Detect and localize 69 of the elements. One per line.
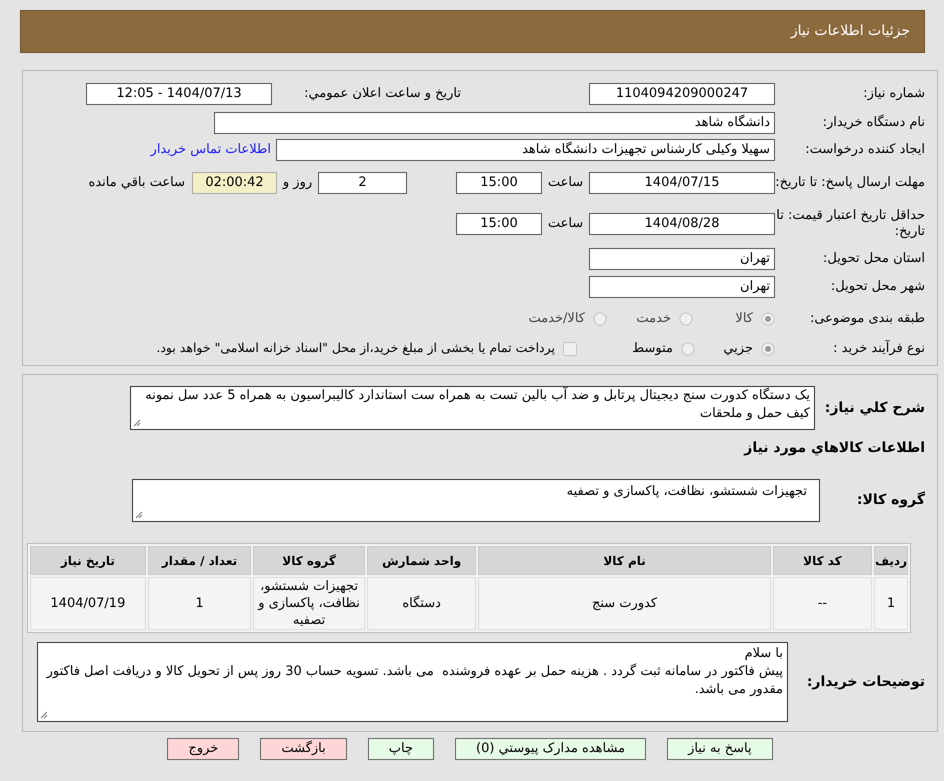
action-button[interactable]: خروج xyxy=(167,738,240,760)
field-label: نام دستگاه خریدار: xyxy=(822,114,925,130)
city-field[interactable]: تهران xyxy=(589,276,775,298)
field-label: طبقه بندی موضوعی: xyxy=(810,310,925,326)
page-title: جزئیات اطلاعات نیاز xyxy=(790,22,910,41)
time-label: ساعت xyxy=(548,174,584,192)
checkbox[interactable] xyxy=(563,342,577,356)
date-field[interactable]: 1404/08/28 xyxy=(589,213,775,235)
days-field[interactable]: 2 xyxy=(318,172,407,194)
column-header: واحد شمارش xyxy=(366,546,476,575)
buyer-notes-field[interactable]: با سلام پیش فاکتور در سامانه ثبت گردد . هزینه حمل بر عهده فروشنده می باشد. تسویه حساب 30 روز پس از تحویل کالا و دریافت اصل فاکتور مقدور می باشد. xyxy=(37,642,788,722)
field-label: مهلت ارسال پاسخ: تا تاریخ: xyxy=(775,175,925,190)
date-field[interactable]: 1404/07/15 xyxy=(589,172,775,194)
resize-grip-icon[interactable] xyxy=(40,711,48,719)
radio-button[interactable] xyxy=(679,312,693,326)
field-label: تاریخ و ساعت اعلان عمومي: xyxy=(304,86,461,102)
table-cell: کدورت سنج xyxy=(478,577,771,630)
radio-button[interactable] xyxy=(761,312,775,326)
days-label: روز و xyxy=(282,174,312,192)
radio-button[interactable] xyxy=(761,342,775,356)
radio-button[interactable] xyxy=(593,312,607,326)
table-cell: دستگاه xyxy=(366,577,476,630)
resize-grip-icon[interactable] xyxy=(135,511,143,519)
requester-field[interactable]: سهیلا وکیلی کارشناس تجهیزات دانشگاه شاهد xyxy=(276,138,775,160)
goods-group-field[interactable]: تجهیزات شستشو، نظافت، پاکسازی و تصفیه xyxy=(132,479,820,522)
table-cell: تجهیزات شستشو، نظافت، پاکسازی و تصفیه xyxy=(253,577,365,630)
column-header: ردیف xyxy=(874,546,908,575)
need-number-field[interactable]: 1104094209000247 xyxy=(589,83,775,105)
radio-label: خدمت xyxy=(636,310,671,328)
remaining-label: ساعت باقي مانده xyxy=(88,175,185,190)
field-label: شهر محل تحویل: xyxy=(830,279,925,294)
section-heading: اطلاعات کالاهاي مورد نیاز xyxy=(744,438,925,458)
description-field[interactable]: یک دستگاه کدورت سنج دیجیتال پرتابل و ضد آب بالین تست به همراه ست استاندارد کالیبراسیون به همراه 5 عدد سل نمونه کیف حمل و ملحقات xyxy=(130,386,815,430)
table-cell: 1 xyxy=(148,577,252,630)
field-label: حداقل تاریخ اعتبار قیمت: تا تاریخ: xyxy=(776,208,925,239)
checkbox-label: پرداخت تمام یا بخشی از مبلغ خرید،از محل "اسناد خزانه اسلامی" خواهد بود. xyxy=(156,340,555,355)
radio-label: جزيي xyxy=(723,340,753,358)
table-cell: 1404/07/19 xyxy=(30,577,146,630)
buyer-name-field[interactable]: دانشگاه شاهد xyxy=(214,112,775,134)
table-cell: -- xyxy=(772,577,872,630)
column-header: گروه کالا xyxy=(253,546,365,575)
action-button[interactable]: بازگشت xyxy=(260,738,347,760)
section-label: گروه کالا: xyxy=(856,492,925,508)
radio-label: متوسط xyxy=(632,340,673,358)
radio-label: کالا xyxy=(735,310,753,328)
action-button[interactable]: پاسخ به نیاز xyxy=(667,738,773,760)
radio-label: کالا/خدمت xyxy=(528,310,585,328)
column-header: نام کالا xyxy=(478,546,771,575)
resize-grip-icon[interactable] xyxy=(133,419,141,427)
column-header: تعداد / مقدار xyxy=(148,546,252,575)
column-header: تاریخ نیاز xyxy=(30,546,146,575)
time-field[interactable]: 15:00 xyxy=(456,213,542,235)
time-field[interactable]: 15:00 xyxy=(456,172,542,194)
column-header: کد کالا xyxy=(772,546,872,575)
province-field[interactable]: تهران xyxy=(589,248,775,270)
contact-link[interactable]: اطلاعات تماس خريدار xyxy=(150,140,271,160)
field-label: استان محل تحویل: xyxy=(823,251,925,266)
action-button[interactable]: مشاهده مدارک پیوستي (0) xyxy=(455,738,646,760)
field-label: ایجاد کننده درخواست: xyxy=(805,142,925,156)
action-button[interactable]: چاپ xyxy=(368,738,434,760)
time-label: ساعت xyxy=(548,215,584,234)
announce-date-field[interactable]: 1404/07/13 - 12:05 xyxy=(86,83,272,105)
radio-button[interactable] xyxy=(681,342,695,356)
field-label: نوع فرآیند خرید : xyxy=(833,340,925,356)
remaining-time-field: 02:00:42 xyxy=(192,172,277,194)
section-label: توضیحات خریدار: xyxy=(806,674,925,690)
table-cell: 1 xyxy=(874,577,908,630)
section-label: شرح کلي نیاز: xyxy=(824,400,925,416)
field-label: شماره نیاز: xyxy=(863,86,925,101)
